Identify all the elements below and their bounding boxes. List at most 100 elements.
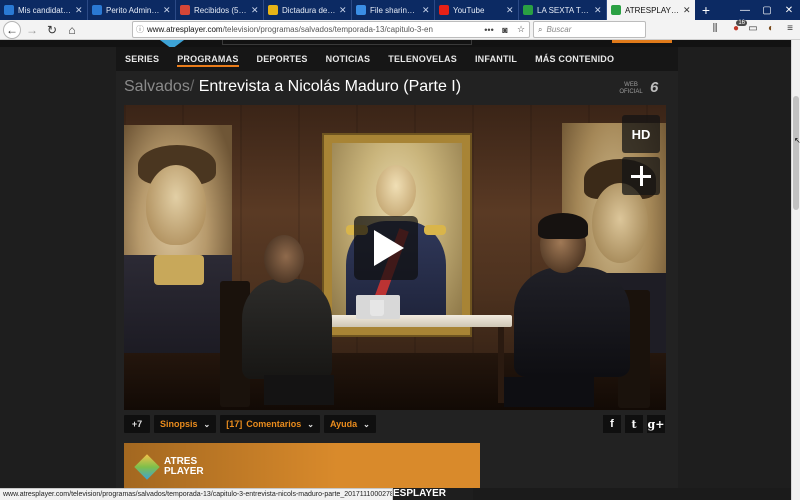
nav-telenovelas[interactable]: TELENOVELAS [379, 47, 466, 71]
url-text[interactable]: www.atresplayer.com/television/programas… [147, 25, 481, 34]
add-to-list-button[interactable] [622, 157, 660, 195]
tab-youtube[interactable]: YouTube ✕ [435, 0, 519, 20]
close-icon[interactable]: ✕ [75, 5, 83, 16]
footer-logo-text: ESPLAYER [393, 488, 473, 500]
close-icon[interactable]: ✕ [506, 5, 514, 16]
extension-icon[interactable]: ◐ [764, 23, 778, 37]
episode-title: Entrevista a Nicolás Maduro (Parte I) [198, 78, 462, 95]
ayuda-label: Ayuda [329, 419, 358, 429]
library-icon[interactable]: ⫼ [708, 23, 722, 37]
twitter-icon[interactable]: t [625, 415, 643, 433]
tab-file-sharing[interactable]: File sharing and st ✕ [352, 0, 435, 20]
menu-icon[interactable]: ≡ [783, 23, 797, 37]
hd-button[interactable]: HD [622, 115, 660, 153]
comentarios-label: Comentarios [246, 419, 302, 429]
favicon-icon [268, 5, 278, 15]
video-player[interactable]: HD [124, 105, 666, 410]
page-actions-icon[interactable]: ••• [481, 25, 497, 35]
reload-icon[interactable]: ↻ [43, 21, 61, 39]
episode-actions: +7 Sinopsis ⌄ [17] Comentarios ⌄ Ayuda ⌄ [124, 415, 376, 433]
page-title: Salvados/ Entrevista a Nicolás Maduro (P… [124, 78, 461, 96]
site-main-nav: SERIES PROGRAMAS DEPORTES NOTICIAS TELEN… [116, 47, 678, 71]
favicon-icon [611, 5, 621, 15]
pocket-icon[interactable]: ◙ [497, 25, 513, 35]
new-tab-button[interactable]: + [695, 0, 717, 20]
plus7-button[interactable]: +7 [124, 415, 150, 433]
back-icon[interactable]: ← [3, 20, 21, 39]
adblock-icon[interactable]: ● 16 [729, 20, 747, 37]
favicon-icon [92, 5, 102, 15]
tab-mis-candidaturas[interactable]: Mis candidaturas ✕ [0, 0, 88, 20]
page-scrollbar[interactable] [791, 40, 800, 500]
chevron-down-icon: ⌄ [363, 419, 370, 429]
tab-recibidos[interactable]: Recibidos (58) - m ✕ [176, 0, 264, 20]
play-button[interactable] [354, 216, 418, 280]
comentarios-button[interactable]: [17] Comentarios ⌄ [220, 415, 320, 433]
tab-atresplayer[interactable]: ATRESPLAYER - Vi ✕ [607, 0, 695, 20]
close-icon[interactable]: ✕ [339, 5, 347, 16]
tab-title: Perito Administrat [106, 5, 160, 15]
tab-title: YouTube [453, 5, 485, 15]
facebook-icon[interactable]: f [603, 415, 621, 433]
mouse-cursor-icon: ↖ [794, 136, 800, 145]
breadcrumb-separator: / [189, 78, 195, 95]
nav-deportes[interactable]: DEPORTES [248, 47, 317, 71]
close-icon[interactable]: ✕ [422, 5, 430, 16]
play-icon [374, 230, 404, 266]
search-placeholder: Buscar [546, 25, 572, 34]
maximize-icon[interactable]: ▢ [756, 0, 778, 20]
url-domain: www.atresplayer.com [147, 25, 223, 34]
tab-title: File sharing and st [370, 5, 419, 15]
tab-title: Dictadura de Nicol [282, 5, 336, 15]
nav-noticias[interactable]: NOTICIAS [317, 47, 380, 71]
tab-title: ATRESPLAYER - Vi [625, 5, 680, 15]
close-icon[interactable]: ✕ [594, 5, 602, 16]
close-icon[interactable]: ✕ [163, 5, 171, 16]
search-icon: ⌕ [538, 24, 543, 34]
breadcrumb-program[interactable]: Salvados [124, 78, 190, 95]
minimize-icon[interactable]: — [734, 0, 756, 20]
home-icon[interactable]: ⌂ [63, 21, 81, 39]
favicon-icon [523, 5, 533, 15]
portrait-left [124, 125, 232, 355]
logo-line-2: PLAYER [164, 466, 204, 477]
close-icon[interactable]: ✕ [251, 5, 259, 16]
atresplayer-logo: ATRES PLAYER [134, 454, 204, 480]
atresplayer-logo-icon [134, 454, 160, 480]
bookmark-star-icon[interactable]: ☆ [513, 24, 529, 35]
youtube-icon [439, 5, 449, 15]
ayuda-button[interactable]: Ayuda ⌄ [323, 415, 376, 433]
site-login-button[interactable] [612, 40, 672, 43]
favicon-icon [4, 5, 14, 15]
tab-perito[interactable]: Perito Administrat ✕ [88, 0, 176, 20]
nav-programas[interactable]: PROGRAMAS [168, 47, 247, 71]
close-window-icon[interactable]: ✕ [778, 0, 800, 20]
web-page: SERIES PROGRAMAS DEPORTES NOTICIAS TELEN… [0, 40, 791, 488]
sinopsis-button[interactable]: Sinopsis ⌄ [154, 415, 217, 433]
person-right [504, 213, 634, 407]
google-plus-icon[interactable]: g+ [647, 415, 665, 433]
site-header [0, 40, 791, 47]
atresplayer-banner[interactable]: ATRES PLAYER [124, 443, 480, 488]
scrollbar-thumb[interactable] [793, 96, 799, 210]
tab-title: LA SEXTA TV | Sali [537, 5, 591, 15]
sidebar-icon[interactable]: ▭ [746, 23, 760, 37]
nav-series[interactable]: SERIES [116, 47, 168, 71]
person-left [234, 235, 334, 405]
close-icon[interactable]: ✕ [683, 5, 691, 16]
web-oficial-link[interactable]: WEB OFICIAL [618, 82, 644, 96]
lasexta-logo[interactable]: 6 [650, 80, 664, 96]
nav-mas-contenido[interactable]: MÁS CONTENIDO [526, 47, 623, 71]
search-input[interactable]: ⌕ Buscar [533, 21, 646, 38]
sinopsis-label: Sinopsis [160, 419, 198, 429]
address-bar[interactable]: ⓘ www.atresplayer.com/television/program… [132, 21, 530, 38]
nav-infantil[interactable]: INFANTIL [466, 47, 526, 71]
favicon-icon [356, 5, 366, 15]
tab-lasexta[interactable]: LA SEXTA TV | Sali ✕ [519, 0, 607, 20]
site-search-field[interactable] [222, 40, 472, 45]
info-icon[interactable]: ⓘ [133, 24, 147, 35]
tab-dictadura[interactable]: Dictadura de Nicol ✕ [264, 0, 352, 20]
forward-icon[interactable]: → [23, 21, 41, 39]
url-path: /television/programas/salvados/temporada… [222, 25, 433, 34]
tab-title: Recibidos (58) - m [194, 5, 248, 15]
